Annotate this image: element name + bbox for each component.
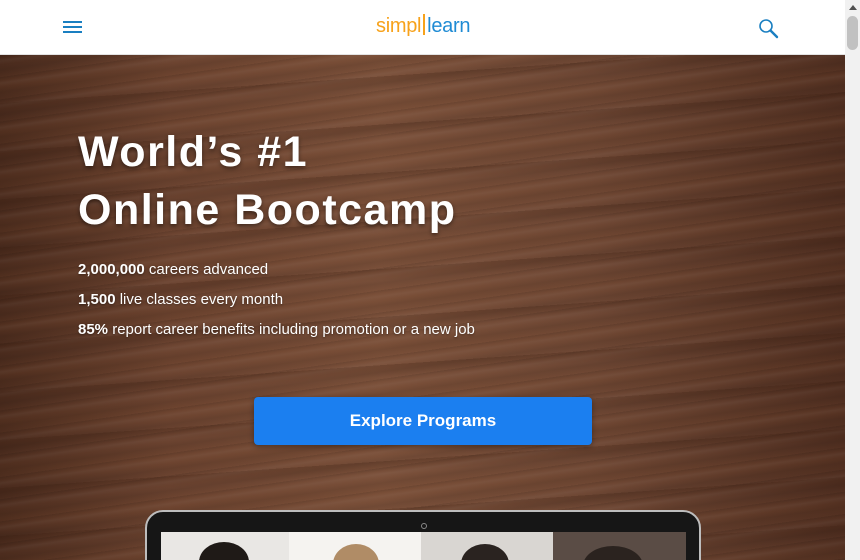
logo-text-simpl: simpl xyxy=(376,15,422,37)
stat-value: 2,000,000 xyxy=(78,261,145,278)
site-header: simpl learn xyxy=(0,0,845,55)
scrollbar-thumb[interactable] xyxy=(847,16,858,50)
stat-value: 85% xyxy=(78,321,109,338)
stat-text: live classes every month xyxy=(115,291,284,308)
participant-image xyxy=(161,532,289,560)
hamburger-menu-icon[interactable] xyxy=(63,19,83,37)
stat-value: 1,500 xyxy=(78,291,116,308)
participant-image xyxy=(289,532,421,560)
simplilearn-logo[interactable]: simpl learn xyxy=(376,14,470,42)
participant-image xyxy=(421,532,553,560)
video-call-screen xyxy=(161,532,686,560)
logo-text-learn: learn xyxy=(427,15,471,37)
hero-banner: World’s #1 Online Bootcamp 2,000,000 car… xyxy=(0,55,845,560)
stat-benefits: 85% report career benefits including pro… xyxy=(78,315,475,345)
search-icon[interactable] xyxy=(758,18,780,40)
hero-stats: 2,000,000 careers advanced 1,500 live cl… xyxy=(78,255,475,345)
vertical-scrollbar[interactable] xyxy=(845,0,860,560)
explore-programs-button[interactable]: Explore Programs xyxy=(254,397,592,445)
stat-text: report career benefits including promoti… xyxy=(108,321,475,338)
stat-text: careers advanced xyxy=(144,261,269,278)
stat-classes: 1,500 live classes every month xyxy=(78,285,475,315)
stat-careers: 2,000,000 careers advanced xyxy=(78,255,475,285)
webcam-icon xyxy=(421,523,427,529)
hero-title-line2: Online Bootcamp xyxy=(78,186,457,234)
participant-image xyxy=(553,532,686,560)
hero-title: World’s #1 Online Bootcamp xyxy=(78,123,456,239)
laptop-illustration xyxy=(145,510,701,560)
hero-title-line1: World’s #1 xyxy=(78,128,309,176)
scroll-up-arrow-icon[interactable] xyxy=(845,0,860,15)
